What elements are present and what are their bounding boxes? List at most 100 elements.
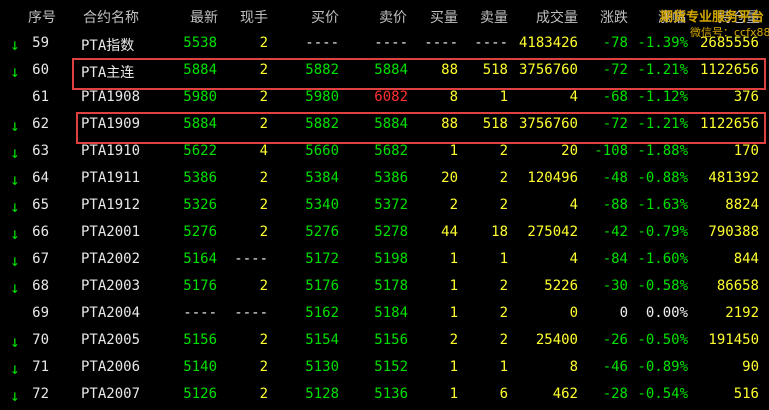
name-cell: PTA2002 [81, 251, 141, 267]
bidv-cell: 44 [441, 224, 458, 240]
last-cell: 5538 [183, 35, 217, 51]
oi-cell: 481392 [708, 170, 759, 186]
oi-cell: 1122656 [699, 62, 759, 78]
volume-cell: 8 [569, 359, 578, 375]
bidv-cell: 2 [449, 197, 458, 213]
volume-cell: 3756760 [518, 116, 578, 132]
name-cell: PTA2007 [81, 386, 141, 402]
askv-cell: 2 [499, 170, 508, 186]
trend-arrow-icon: ↓ [10, 224, 20, 243]
header-1[interactable]: 合约名称 [83, 7, 139, 27]
table-row[interactable]: 69 PTA2004 ---- ---- 5162 5184 1 2 0 0 0.00% 2192 [0, 301, 769, 328]
table-row[interactable]: ↓ 67 PTA2002 5164 ---- 5172 5198 1 1 4 -84 -1.60% 84… [0, 247, 769, 274]
table-row[interactable]: ↓ 71 PTA2006 5140 2 5130 5152 1 1 8 -46 -0.89% 90 [0, 355, 769, 382]
askv-cell: ---- [474, 35, 508, 51]
volume-cell: 275042 [527, 224, 578, 240]
table-row[interactable]: ↓ 62 PTA1909 5884 2 5882 5884 88 518 3756760 -72 -1… [0, 112, 769, 139]
volume-cell: 4183426 [518, 35, 578, 51]
change-cell: -30 [602, 278, 628, 294]
ask-cell: 5136 [374, 386, 408, 402]
header-6[interactable]: 买量 [430, 7, 458, 27]
seq-cell: 62 [32, 116, 49, 132]
table-row[interactable]: ↓ 60 PTA主连 5884 2 5882 5884 88 518 3756760 -72 -1.2… [0, 58, 769, 85]
last-cell: 5176 [183, 278, 217, 294]
askv-cell: 1 [499, 359, 508, 375]
pct-cell: -0.88% [637, 170, 688, 186]
table-row[interactable]: ↓ 72 PTA2007 5126 2 5128 5136 1 6 462 -28 -0.54% 516 [0, 382, 769, 409]
hand-cell: 4 [259, 143, 268, 159]
bidv-cell: 88 [441, 116, 458, 132]
hand-cell: 2 [259, 62, 268, 78]
name-cell: PTA1910 [81, 143, 141, 159]
table-row[interactable]: 61 PTA1908 5980 2 5980 6082 8 1 4 -68 -1.12% 376 [0, 85, 769, 112]
oi-cell: 1122656 [699, 116, 759, 132]
ask-cell: 5884 [374, 116, 408, 132]
table-row[interactable]: ↓ 70 PTA2005 5156 2 5154 5156 2 2 25400 -26 -0.50% 1… [0, 328, 769, 355]
table-row[interactable]: ↓ 59 PTA指数 5538 2 ---- ---- ---- ---- 4183426 -78-… [0, 31, 769, 58]
header-5[interactable]: 卖价 [379, 7, 407, 27]
name-cell: PTA指数 [81, 38, 135, 54]
seq-cell: 63 [32, 143, 49, 159]
askv-cell: 1 [499, 251, 508, 267]
askv-cell: 518 [482, 62, 508, 78]
name-cell: PTA2004 [81, 305, 141, 321]
header-0[interactable]: 序号 [28, 7, 56, 27]
trend-arrow-icon: ↓ [10, 359, 20, 378]
header-7[interactable]: 卖量 [480, 7, 508, 27]
table-row[interactable]: ↓ 68 PTA2003 5176 2 5176 5178 1 2 5226 -30 -0.58% 86… [0, 274, 769, 301]
bidv-cell: 8 [449, 89, 458, 105]
hand-cell: 2 [259, 35, 268, 51]
seq-cell: 67 [32, 251, 49, 267]
table-row[interactable]: ↓ 63 PTA1910 5622 4 5660 5682 1 2 20 -108 -1.88% 170 [0, 139, 769, 166]
oi-cell: 790388 [708, 224, 759, 240]
oi-cell: 90 [742, 359, 759, 375]
hand-cell: 2 [259, 197, 268, 213]
change-cell: -46 [602, 359, 628, 375]
bid-cell: 5130 [305, 359, 339, 375]
bidv-cell: 88 [441, 62, 458, 78]
pct-cell: -1.21% [637, 62, 688, 78]
pct-cell: -1.21% [637, 116, 688, 132]
bid-cell: 5276 [305, 224, 339, 240]
ask-cell: 5278 [374, 224, 408, 240]
last-cell: 5622 [183, 143, 217, 159]
bid-cell: 5660 [305, 143, 339, 159]
table-row[interactable]: ↓ 64 PTA1911 5386 2 5384 5386 20 2 120496 -48 -0.88… [0, 166, 769, 193]
header-2[interactable]: 最新 [190, 7, 218, 27]
trend-arrow-icon: ↓ [10, 62, 20, 81]
header-8[interactable]: 成交量 [536, 7, 578, 27]
askv-cell: 2 [499, 197, 508, 213]
hand-cell: 2 [259, 89, 268, 105]
last-cell: 5156 [183, 332, 217, 348]
change-cell: -78 [602, 35, 628, 51]
ask-cell: 5884 [374, 62, 408, 78]
oi-cell: 191450 [708, 332, 759, 348]
pct-cell: -1.60% [637, 251, 688, 267]
ask-cell: 5386 [374, 170, 408, 186]
header-9[interactable]: 涨跌 [600, 7, 628, 27]
trend-arrow-icon: ↓ [10, 170, 20, 189]
name-cell: PTA1909 [81, 116, 141, 132]
bid-cell: 5882 [305, 62, 339, 78]
change-cell: -68 [602, 89, 628, 105]
volume-cell: 0 [569, 305, 578, 321]
name-cell: PTA2003 [81, 278, 141, 294]
askv-cell: 18 [491, 224, 508, 240]
trend-arrow-icon: ↓ [10, 143, 20, 162]
name-cell: PTA1912 [81, 197, 141, 213]
table-row[interactable]: ↓ 66 PTA2001 5276 2 5276 5278 44 18 275042 -42 -0.7… [0, 220, 769, 247]
bid-cell: 5340 [305, 197, 339, 213]
volume-cell: 4 [569, 197, 578, 213]
table-row[interactable]: ↓ 65 PTA1912 5326 2 5340 5372 2 2 4 -88 -1.63% 8824 [0, 193, 769, 220]
seq-cell: 60 [32, 62, 49, 78]
pct-cell: -1.63% [637, 197, 688, 213]
header-3[interactable]: 现手 [240, 7, 268, 27]
header-4[interactable]: 买价 [311, 7, 339, 27]
bidv-cell: 1 [449, 386, 458, 402]
volume-cell: 25400 [535, 332, 578, 348]
pct-cell: -0.89% [637, 359, 688, 375]
ask-cell: 5156 [374, 332, 408, 348]
change-cell: -42 [602, 224, 628, 240]
pct-cell: -0.58% [637, 278, 688, 294]
change-cell: -84 [602, 251, 628, 267]
